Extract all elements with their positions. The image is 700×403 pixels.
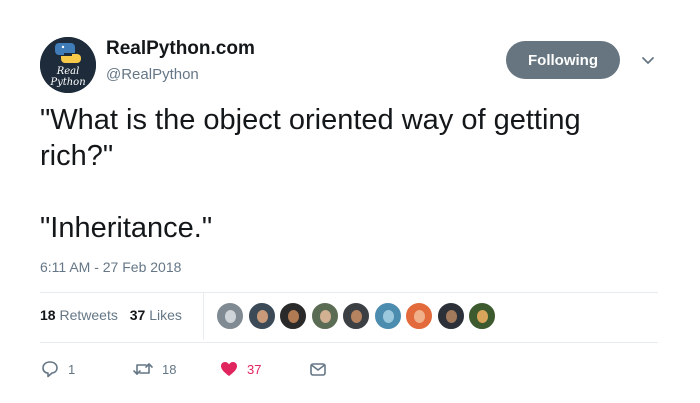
liker-avatar[interactable] bbox=[310, 302, 339, 330]
liker-face bbox=[288, 310, 299, 323]
tweet-card: Real Python RealPython.com @RealPython F… bbox=[0, 0, 700, 403]
author-name[interactable]: RealPython.com bbox=[106, 38, 255, 60]
retweets-label: Retweets bbox=[59, 307, 118, 323]
tweet-text: "What is the object oriented way of gett… bbox=[40, 104, 581, 244]
liker-avatar[interactable] bbox=[436, 302, 465, 330]
liker-face bbox=[256, 310, 268, 323]
like-button[interactable]: 37 bbox=[219, 358, 261, 380]
liker-avatar[interactable] bbox=[405, 302, 433, 330]
author-handle[interactable]: @RealPython bbox=[106, 66, 199, 83]
reply-button[interactable]: 1 bbox=[40, 358, 75, 380]
divider-top bbox=[40, 292, 658, 293]
divider-bottom bbox=[40, 342, 658, 343]
svg-text:Real: Real bbox=[56, 66, 80, 77]
direct-message-button[interactable] bbox=[308, 358, 328, 380]
liker-face bbox=[225, 310, 236, 323]
likes-count: 37 bbox=[129, 307, 146, 323]
liker-face bbox=[382, 310, 394, 323]
like-count: 37 bbox=[247, 361, 262, 377]
retweet-button[interactable]: 18 bbox=[132, 358, 176, 380]
liker-avatar[interactable] bbox=[216, 302, 244, 330]
retweets-count: 18 bbox=[40, 307, 56, 323]
reply-count: 1 bbox=[68, 361, 76, 377]
reply-icon bbox=[42, 361, 58, 378]
heart-icon bbox=[221, 362, 237, 376]
liker-avatar[interactable] bbox=[247, 302, 276, 330]
liker-face bbox=[414, 310, 425, 323]
retweet-icon bbox=[133, 363, 153, 375]
stats-separator bbox=[203, 292, 204, 340]
liker-avatar[interactable] bbox=[468, 302, 496, 330]
real-python-logo-icon: Real Python bbox=[40, 37, 96, 93]
tweet-stats: 18 Retweets 37 Likes bbox=[40, 307, 182, 323]
chevron-down-icon[interactable] bbox=[638, 50, 658, 70]
author-avatar[interactable]: Real Python bbox=[40, 37, 96, 93]
likes-stat[interactable]: 37 Likes bbox=[126, 307, 182, 323]
tweet-timestamp[interactable]: 6:11 AM - 27 Feb 2018 bbox=[40, 259, 181, 275]
liker-face bbox=[477, 310, 488, 323]
liker-face bbox=[445, 310, 457, 323]
liker-avatar[interactable] bbox=[279, 302, 307, 330]
liker-face bbox=[319, 310, 331, 323]
liker-face bbox=[351, 310, 362, 323]
likes-label: Likes bbox=[149, 307, 182, 323]
retweet-count: 18 bbox=[162, 361, 177, 377]
svg-text:Python: Python bbox=[49, 77, 85, 88]
liker-avatar[interactable] bbox=[342, 302, 370, 330]
envelope-icon bbox=[310, 363, 326, 376]
liker-avatar[interactable] bbox=[373, 302, 402, 330]
following-button[interactable]: Following bbox=[506, 41, 620, 79]
retweets-stat[interactable]: 18 Retweets bbox=[40, 307, 118, 323]
